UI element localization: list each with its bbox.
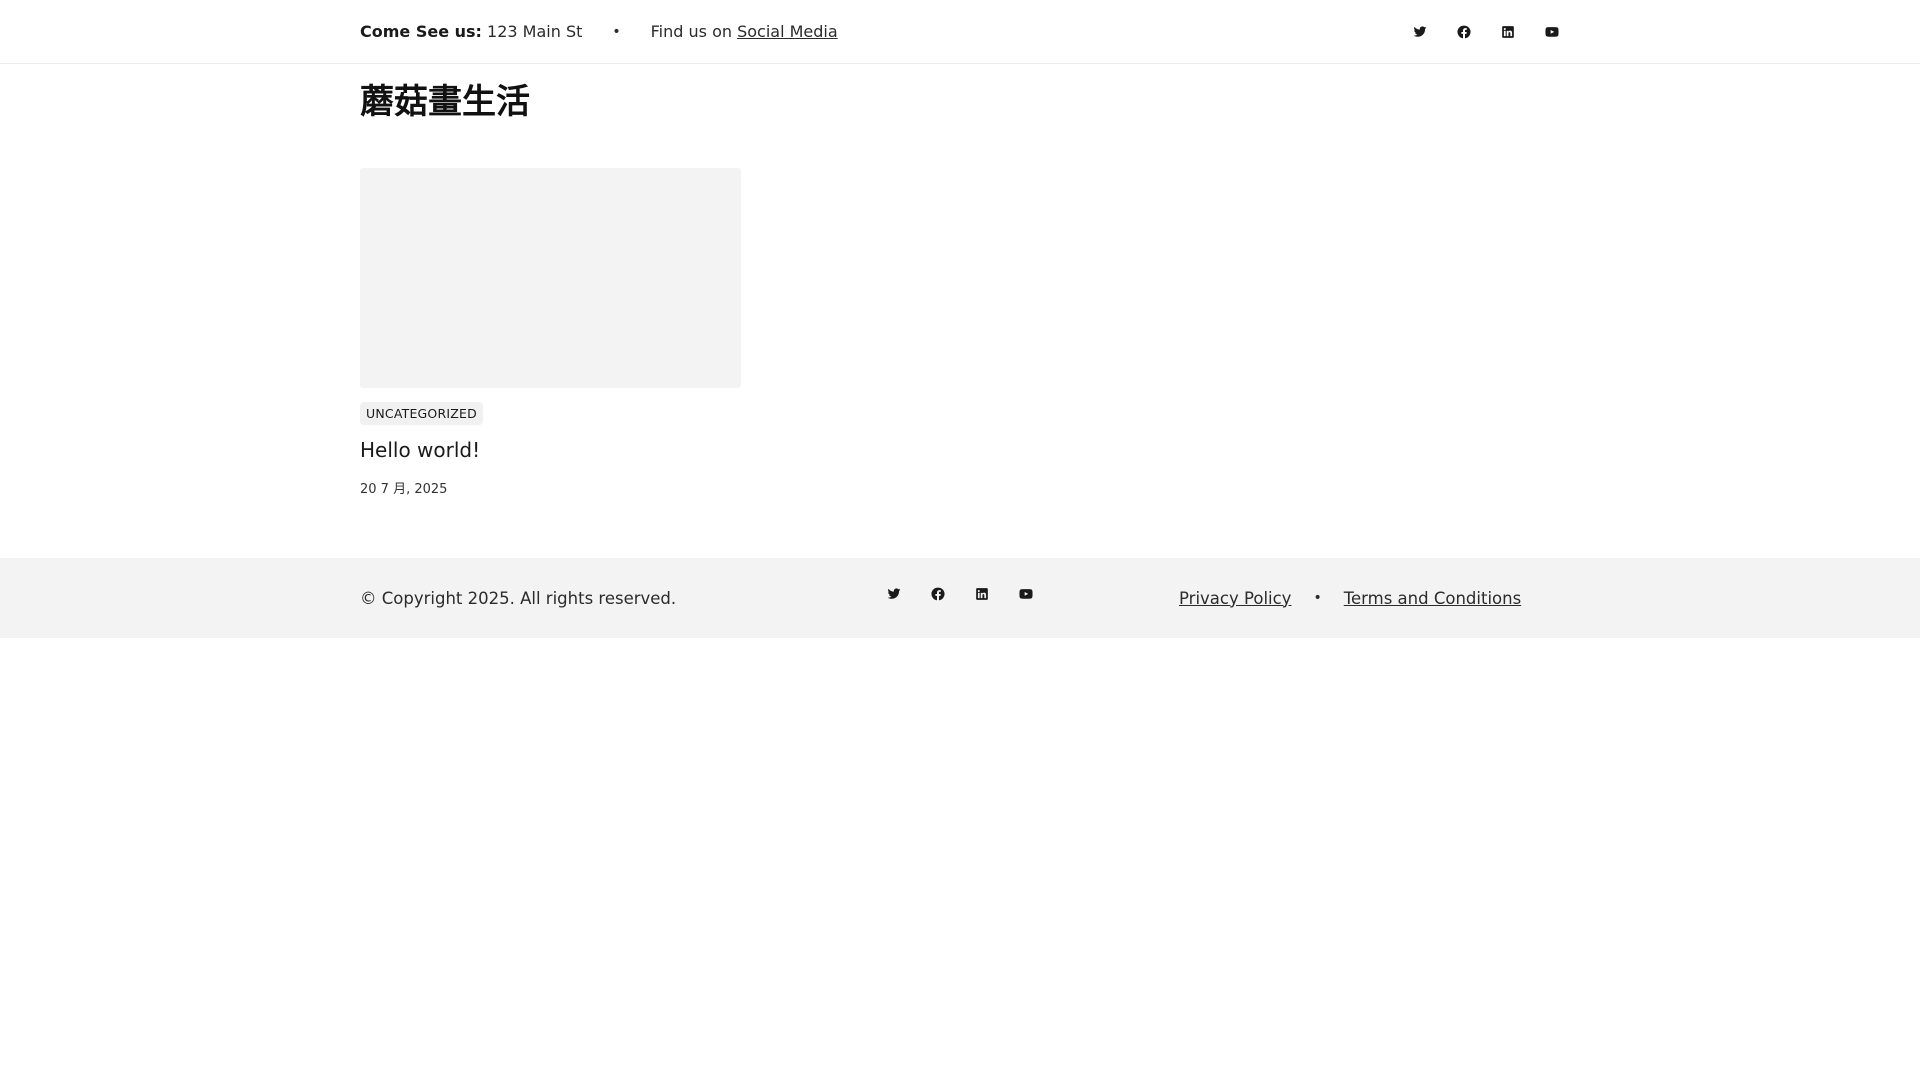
footer-social-icons: [887, 587, 1033, 601]
copyright-text: © Copyright 2025. All rights reserved.: [360, 588, 677, 608]
footer-separator: •: [1313, 590, 1322, 606]
top-bar-separator: •: [612, 23, 621, 40]
category-badge[interactable]: UNCATEGORIZED: [360, 402, 483, 425]
post-date: 20 7 月, 2025: [360, 482, 448, 497]
footer: © Copyright 2025. All rights reserved. P…: [0, 558, 1920, 638]
twitter-icon[interactable]: [887, 587, 901, 601]
top-bar: Come See us: 123 Main St • Find us on So…: [0, 0, 1920, 64]
facebook-icon[interactable]: [1457, 25, 1471, 39]
post-card: UNCATEGORIZED Hello world! 20 7 月, 2025: [360, 168, 741, 497]
post-title[interactable]: Hello world!: [360, 438, 480, 462]
facebook-icon[interactable]: [931, 587, 945, 601]
footer-links: Privacy Policy • Terms and Conditions: [1179, 558, 1521, 638]
linkedin-icon[interactable]: [975, 587, 989, 601]
youtube-icon[interactable]: [1019, 587, 1033, 601]
site-title: 蘑菇畫生活: [360, 82, 530, 122]
address-label: Come See us:: [360, 22, 482, 41]
top-social-icons: [1413, 25, 1559, 39]
terms-link[interactable]: Terms and Conditions: [1344, 589, 1521, 608]
twitter-icon[interactable]: [1413, 25, 1427, 39]
top-bar-info: Come See us: 123 Main St • Find us on So…: [360, 0, 838, 63]
social-media-link[interactable]: Social Media: [737, 22, 838, 41]
privacy-policy-link[interactable]: Privacy Policy: [1179, 589, 1291, 608]
address-value: 123 Main St: [487, 22, 583, 41]
linkedin-icon[interactable]: [1501, 25, 1515, 39]
youtube-icon[interactable]: [1545, 25, 1559, 39]
post-thumbnail[interactable]: [360, 168, 741, 388]
social-prefix: Find us on: [650, 22, 732, 41]
